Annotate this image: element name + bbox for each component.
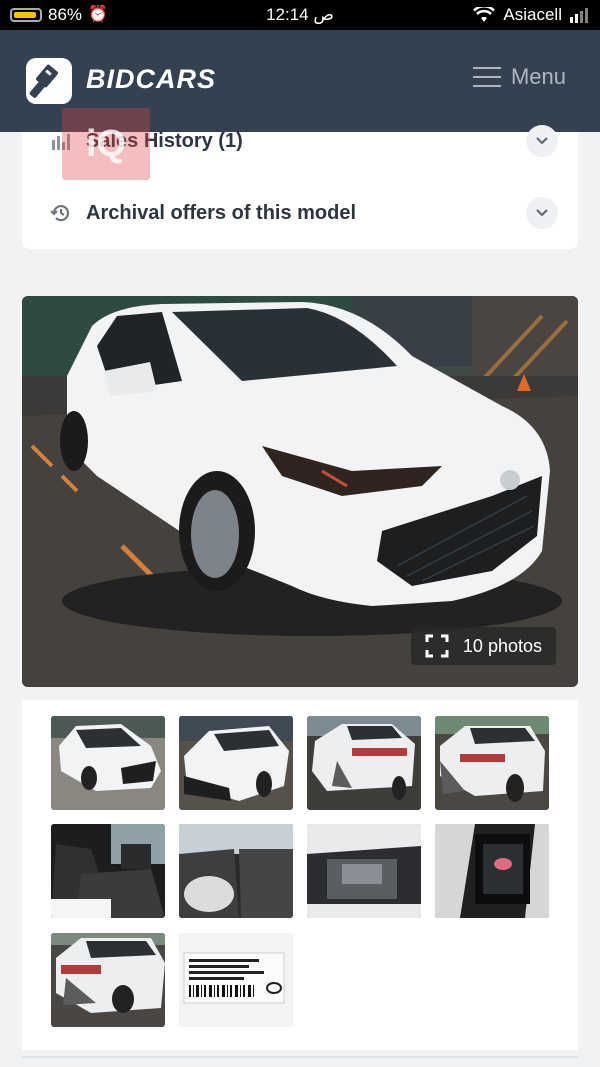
- accordion-item-archival-offers[interactable]: Archival offers of this model: [22, 188, 578, 238]
- carrier-name: Asiacell: [503, 5, 562, 24]
- thumbnail[interactable]: [307, 716, 421, 810]
- hamburger-icon: [472, 67, 501, 87]
- status-bar: 86% ⏰ 12:14 ص Asiacell: [0, 0, 600, 30]
- thumbnail[interactable]: [435, 716, 549, 810]
- accordion-label: Archival offers of this model: [86, 201, 357, 224]
- thumbnail[interactable]: [179, 933, 293, 1027]
- photos-count-button[interactable]: 10 photos: [410, 627, 556, 665]
- thumbnail[interactable]: [51, 716, 165, 810]
- chevron-down-icon[interactable]: [526, 197, 558, 229]
- brand-name[interactable]: BIDCARS: [86, 64, 216, 95]
- menu-label: Menu: [510, 64, 566, 89]
- thumbnail[interactable]: [179, 824, 293, 918]
- watermark-logo: iQ: [62, 108, 150, 180]
- fullscreen-icon: [425, 634, 449, 658]
- status-right: Asiacell: [473, 0, 588, 30]
- thumbnail[interactable]: [435, 824, 549, 918]
- thumbnail[interactable]: [51, 824, 165, 918]
- menu-button[interactable]: Menu: [472, 64, 566, 90]
- chevron-down-icon[interactable]: [526, 125, 558, 157]
- thumbnail[interactable]: [179, 716, 293, 810]
- signal-icon: [570, 7, 588, 23]
- thumbnail-grid: [22, 700, 578, 1050]
- main-car-photo[interactable]: 10 photos: [22, 296, 578, 687]
- wifi-icon: [473, 7, 496, 22]
- logo-icon[interactable]: [26, 58, 72, 104]
- thumbnail[interactable]: [51, 933, 165, 1027]
- section-divider: [22, 1056, 578, 1058]
- photos-count-label: 10 photos: [462, 635, 542, 656]
- thumbnail[interactable]: [307, 824, 421, 918]
- history-icon: [50, 205, 70, 222]
